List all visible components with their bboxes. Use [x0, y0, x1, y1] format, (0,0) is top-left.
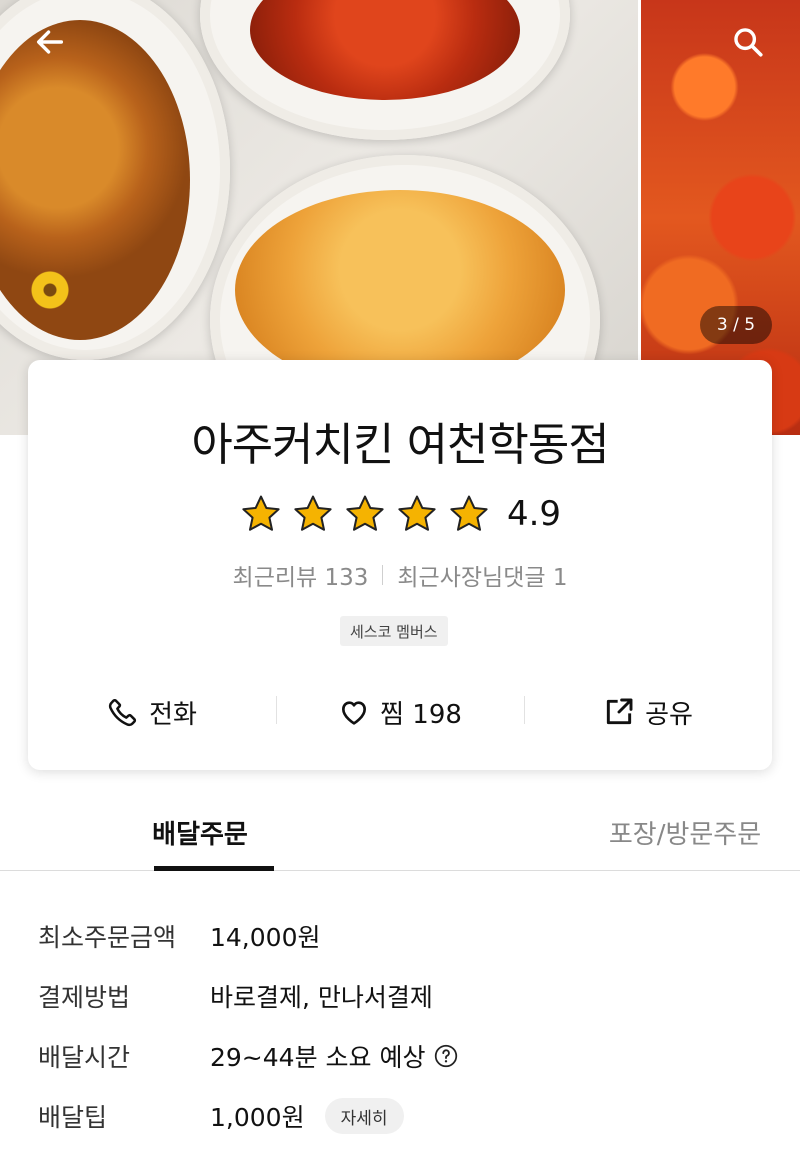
review-summary[interactable]: 최근리뷰 133 최근사장님댓글 1	[28, 558, 772, 592]
question-circle-icon[interactable]	[433, 1043, 459, 1069]
rating-row[interactable]: 4.9	[28, 492, 772, 536]
share-icon	[606, 698, 633, 725]
store-info-card: 아주커치킨 여천학동점 4.9 최근리뷰 133 최근사장님댓글 1 세스코 멤…	[28, 360, 772, 770]
tab-delivery-label: 배달주문	[152, 820, 248, 850]
payment-value: 바로결제, 만나서결제	[210, 983, 433, 1012]
call-button[interactable]: 전화	[28, 690, 276, 734]
share-label: 공유	[645, 699, 693, 730]
store-name: 아주커치킨 여천학동점	[191, 418, 609, 471]
star-icon	[242, 495, 280, 531]
back-button[interactable]	[30, 22, 70, 62]
delivery-tip-value-wrap: 1,000원 자세히	[210, 1098, 404, 1134]
min-order-row: 최소주문금액 14,000원	[38, 906, 778, 966]
star-icon	[450, 495, 488, 531]
phone-icon	[108, 699, 137, 727]
share-button[interactable]: 공유	[524, 690, 772, 734]
favorite-label: 찜 198	[380, 699, 462, 730]
min-order-label: 최소주문금액	[38, 923, 177, 952]
store-actions: 전화 찜 198 공유	[28, 690, 772, 734]
delivery-time-row: 배달시간 29~44분 소요 예상	[38, 1026, 778, 1086]
payment-row: 결제방법 바로결제, 만나서결제	[38, 966, 778, 1026]
delivery-tip-row: 배달팁 1,000원 자세히	[38, 1086, 778, 1146]
rating-value: 4.9	[506, 494, 562, 534]
delivery-info: 최소주문금액 14,000원 결제방법 바로결제, 만나서결제 배달시간 29~…	[38, 906, 778, 1146]
delivery-tip-label: 배달팁	[38, 1103, 108, 1132]
heart-icon	[342, 701, 367, 725]
active-tab-indicator	[154, 866, 274, 871]
tip-detail-button[interactable]: 자세히	[324, 1098, 404, 1134]
owner-comments-link[interactable]: 최근사장님댓글 1	[397, 558, 567, 592]
delivery-time-value: 29~44분 소요 예상	[210, 1043, 426, 1072]
star-icon	[346, 495, 384, 531]
delivery-tip-value: 1,000원	[210, 1103, 305, 1132]
delivery-time-value-wrap: 29~44분 소요 예상	[210, 1038, 459, 1074]
payment-label: 결제방법	[38, 983, 131, 1012]
min-order-value: 14,000원	[210, 923, 321, 952]
search-icon	[734, 28, 763, 57]
star-icon	[294, 495, 332, 531]
order-type-tabs: 배달주문 포장/방문주문	[0, 800, 800, 871]
call-label: 전화	[149, 699, 197, 730]
tab-pickup-label: 포장/방문주문	[608, 820, 762, 850]
recent-reviews-link[interactable]: 최근리뷰 133	[233, 558, 369, 592]
tab-pickup[interactable]: 포장/방문주문	[400, 800, 800, 870]
star-icon	[398, 495, 436, 531]
arrow-left-icon	[36, 30, 64, 54]
divider	[382, 565, 384, 585]
delivery-time-label: 배달시간	[38, 1043, 131, 1072]
image-counter: 3 / 5	[700, 306, 772, 344]
search-button[interactable]	[728, 22, 768, 62]
favorite-button[interactable]: 찜 198	[276, 690, 524, 734]
flower-garnish	[30, 270, 70, 310]
tab-delivery[interactable]: 배달주문	[0, 800, 400, 871]
cesco-badge: 세스코 멤버스	[340, 616, 448, 646]
